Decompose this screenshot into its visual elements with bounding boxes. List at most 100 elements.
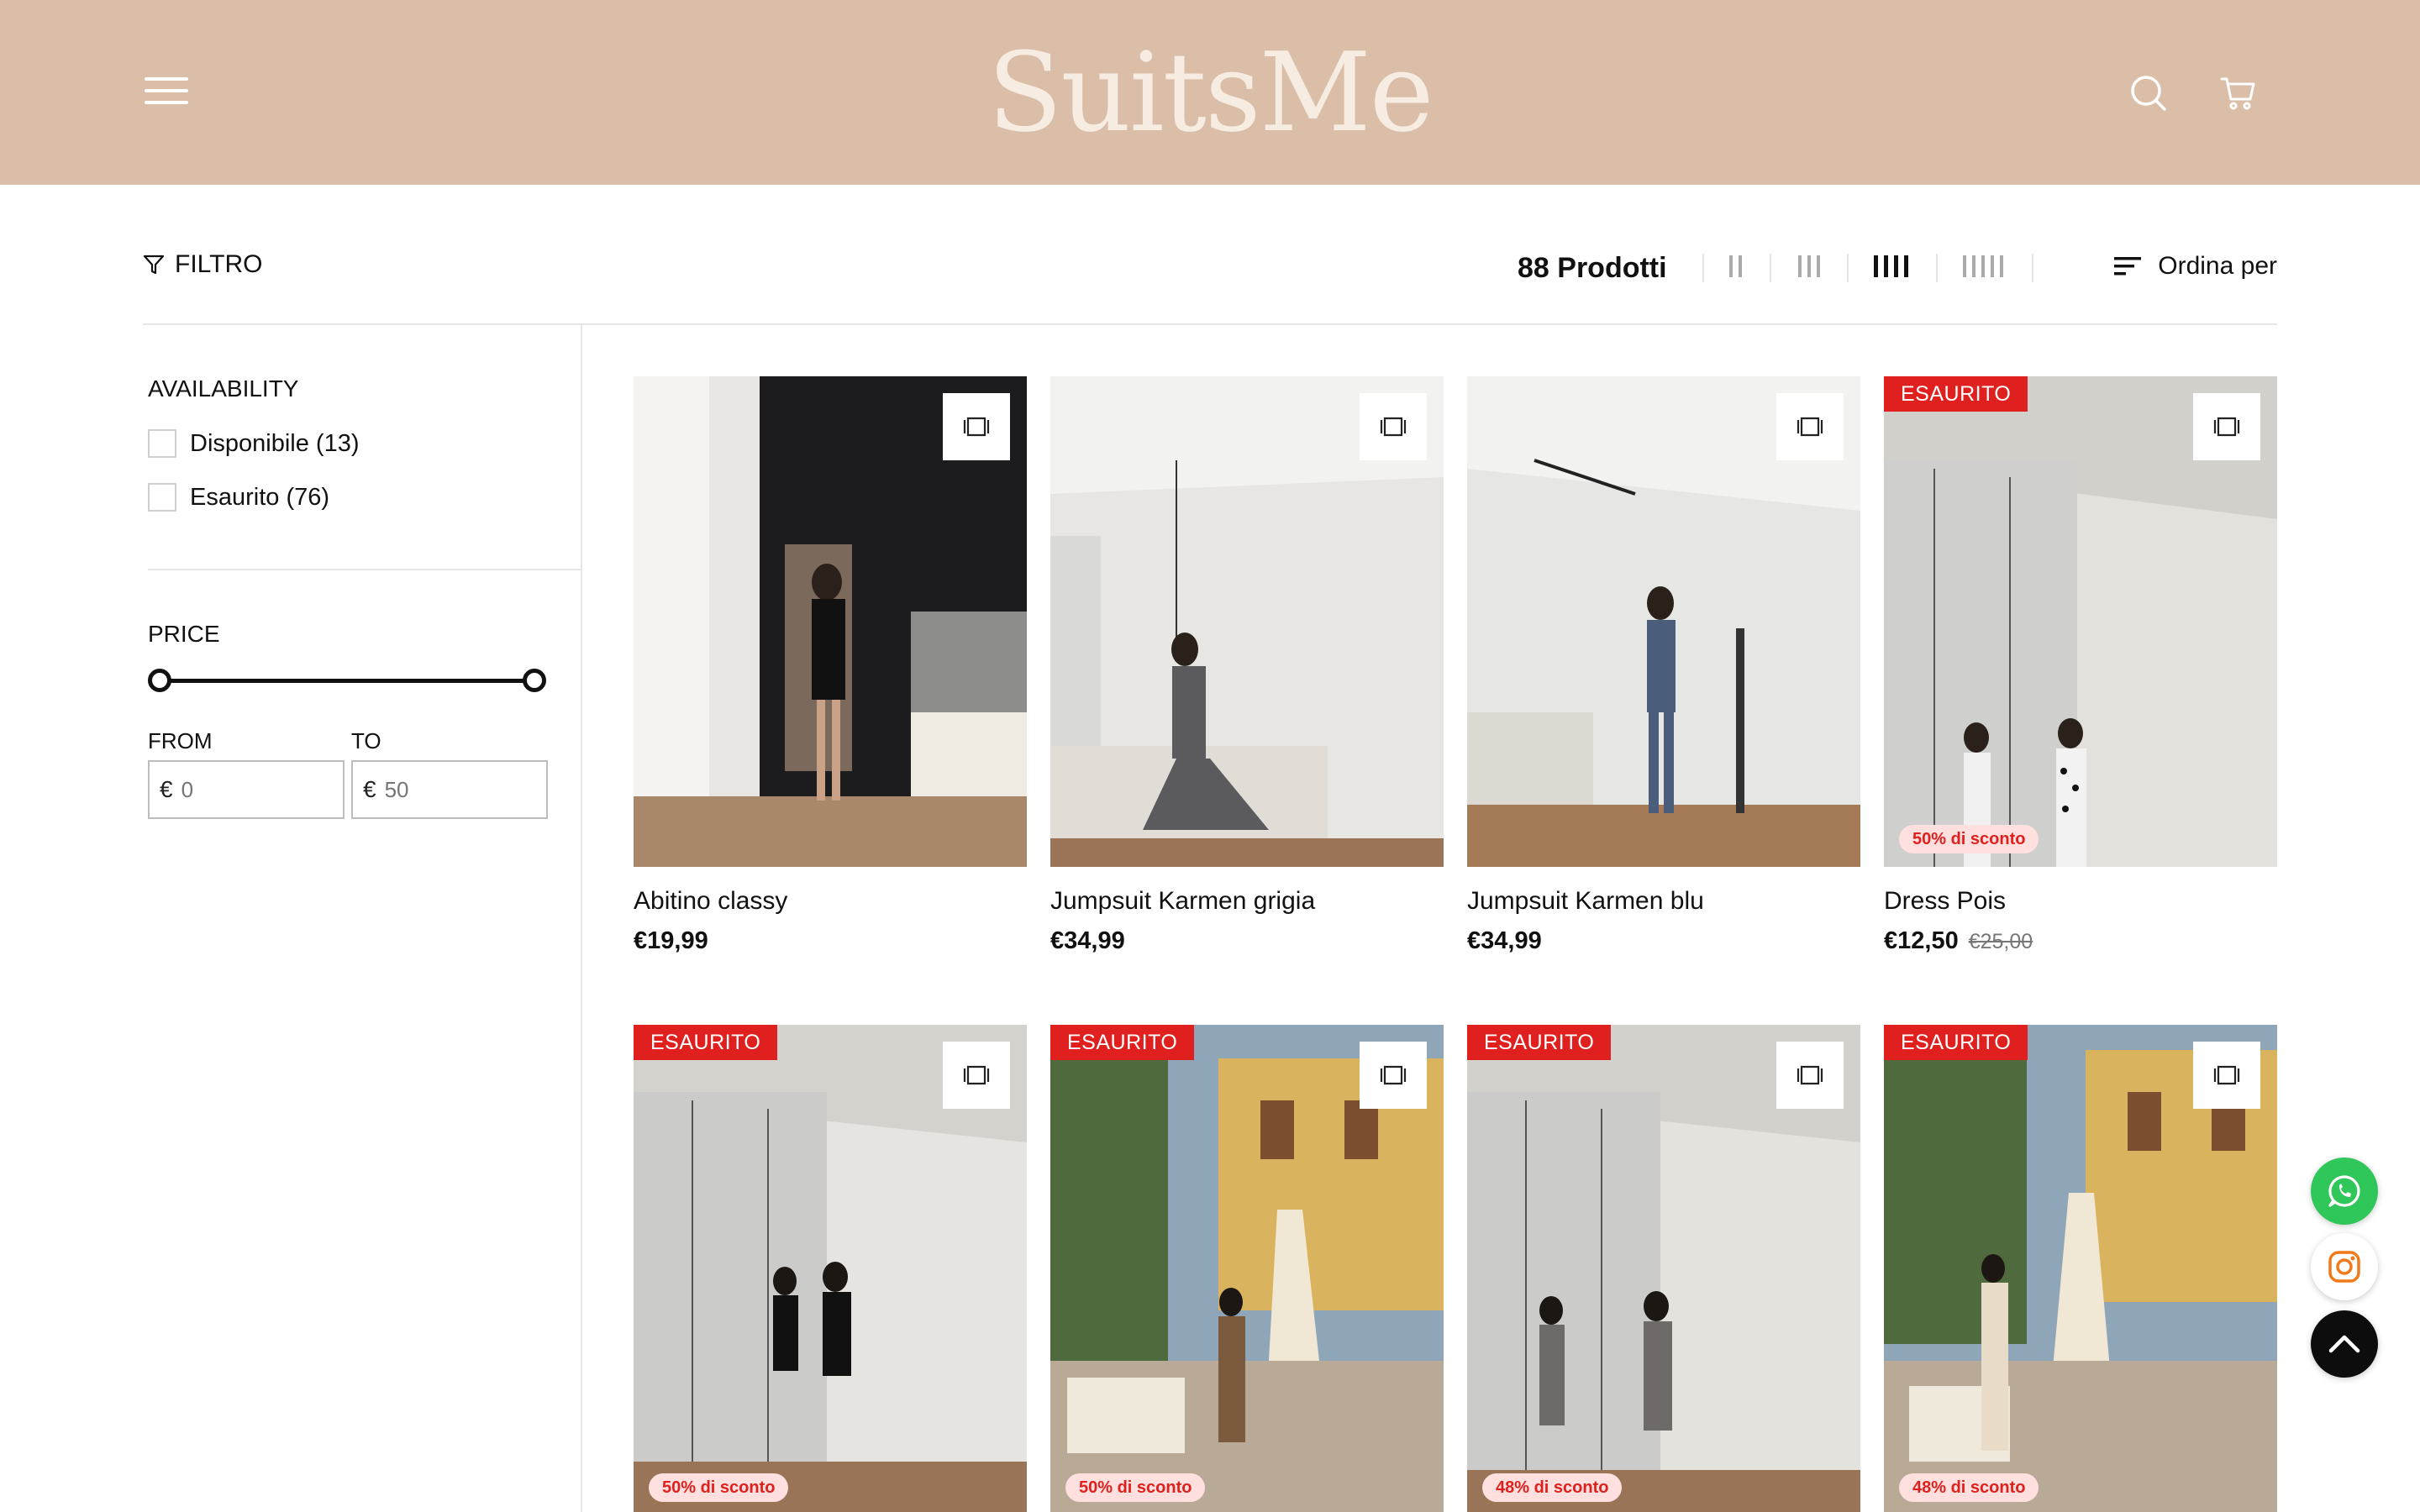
quick-view-icon — [963, 417, 990, 437]
search-icon[interactable] — [2128, 72, 2168, 113]
product-image[interactable] — [1467, 376, 1860, 867]
product-image[interactable]: ESAURITO 50% di sconto — [1050, 1025, 1444, 1512]
sold-out-badge: ESAURITO — [1467, 1025, 1612, 1060]
sold-out-badge: ESAURITO — [1884, 1025, 2028, 1060]
price-title: PRICE — [148, 621, 220, 647]
collection-toolbar: FILTRO 88 Prodotti Ordina per — [143, 237, 2277, 299]
whatsapp-icon — [2328, 1175, 2360, 1207]
grid-5-columns-button[interactable] — [1963, 255, 2003, 279]
availability-title: AVAILABILITY — [148, 375, 299, 402]
site-header: SuitsMe — [0, 0, 2420, 185]
instagram-icon — [2328, 1251, 2360, 1283]
chevron-up-icon — [2328, 1335, 2360, 1353]
price-range-slider[interactable] — [148, 668, 548, 693]
product-image[interactable]: ESAURITO 50% di sconto — [634, 1025, 1027, 1512]
quick-view-button[interactable] — [1776, 1042, 1844, 1109]
product-name[interactable]: Abitino classy — [634, 887, 1027, 916]
quick-view-icon — [1380, 417, 1407, 437]
product-image[interactable]: ESAURITO 48% di sconto — [1467, 1025, 1860, 1512]
current-price: €12,50 — [1884, 927, 1959, 954]
quick-view-button[interactable] — [943, 393, 1010, 460]
product-price: €34,99 — [1467, 927, 1860, 955]
original-price: €25,00 — [1968, 930, 2033, 953]
grid-2-columns-button[interactable] — [1729, 255, 1742, 279]
divider — [1936, 254, 1938, 282]
quick-view-button[interactable] — [1360, 1042, 1427, 1109]
availability-option-available[interactable]: Disponibile (13) — [148, 429, 360, 458]
product-card[interactable]: ESAURITO 50% di sconto — [1050, 1025, 1444, 1512]
filter-button[interactable]: FILTRO — [143, 250, 262, 279]
product-name[interactable]: Jumpsuit Karmen blu — [1467, 887, 1860, 916]
sold-out-badge: ESAURITO — [1884, 376, 2028, 412]
back-to-top-button[interactable] — [2311, 1310, 2378, 1378]
discount-badge: 48% di sconto — [1482, 1473, 1623, 1502]
sidebar-divider — [148, 569, 582, 570]
product-card[interactable]: ESAURITO 48% di sconto — [1467, 1025, 1860, 1512]
price-to-field[interactable]: € — [351, 760, 548, 819]
product-name[interactable]: Dress Pois — [1884, 887, 2277, 916]
option-label: Esaurito (76) — [190, 483, 330, 511]
price-from-label: FROM — [148, 728, 213, 753]
discount-badge: 50% di sconto — [649, 1473, 789, 1502]
product-price: €19,99 — [634, 927, 1027, 955]
quick-view-button[interactable] — [2193, 393, 2260, 460]
filter-sidebar: AVAILABILITY Disponibile (13) Esaurito (… — [148, 325, 582, 1512]
quick-view-button[interactable] — [1776, 393, 1844, 460]
quick-view-icon — [2213, 1065, 2240, 1085]
grid-4-columns-button[interactable] — [1874, 255, 1908, 279]
availability-option-sold-out[interactable]: Esaurito (76) — [148, 483, 329, 512]
product-image[interactable]: ESAURITO 48% di sconto — [1884, 1025, 2277, 1512]
sort-icon — [2114, 257, 2142, 276]
slider-max-handle[interactable] — [523, 669, 546, 692]
price-to-label: TO — [351, 728, 381, 753]
checkbox[interactable] — [148, 483, 176, 512]
quick-view-icon — [963, 1065, 990, 1085]
price-to-input[interactable] — [384, 776, 511, 803]
quick-view-icon — [2213, 417, 2240, 437]
current-price: €19,99 — [634, 927, 708, 954]
product-card[interactable]: Jumpsuit Karmen grigia €34,99 — [1050, 376, 1444, 955]
product-count: 88 Prodotti — [1518, 252, 1667, 284]
site-logo[interactable]: SuitsMe — [0, 34, 2420, 151]
product-card[interactable]: Abitino classy €19,99 — [634, 376, 1027, 955]
sold-out-badge: ESAURITO — [634, 1025, 778, 1060]
currency-symbol: € — [160, 776, 173, 802]
product-card[interactable]: ESAURITO 50% di sconto — [634, 1025, 1027, 1512]
product-card[interactable]: ESAURITO 48% di sconto — [1884, 1025, 2277, 1512]
product-card[interactable]: Jumpsuit Karmen blu €34,99 — [1467, 376, 1860, 955]
quick-view-icon — [1797, 417, 1823, 437]
grid-3-columns-button[interactable] — [1798, 255, 1820, 279]
option-label: Disponibile (13) — [190, 429, 360, 457]
product-image[interactable] — [634, 376, 1027, 867]
product-name[interactable]: Jumpsuit Karmen grigia — [1050, 887, 1444, 916]
product-image[interactable] — [1050, 376, 1444, 867]
slider-min-handle[interactable] — [148, 669, 171, 692]
quick-view-icon — [1797, 1065, 1823, 1085]
current-price: €34,99 — [1050, 927, 1125, 954]
divider — [1847, 254, 1849, 282]
quick-view-button[interactable] — [2193, 1042, 2260, 1109]
product-price: €12,50 €25,00 — [1884, 927, 2277, 955]
sort-label: Ordina per — [2158, 252, 2277, 280]
filter-icon — [143, 255, 165, 275]
price-from-field[interactable]: € — [148, 760, 345, 819]
checkbox[interactable] — [148, 429, 176, 458]
quick-view-button[interactable] — [943, 1042, 1010, 1109]
product-card[interactable]: ESAURITO 50% di sconto Dress Pois €12,50… — [1884, 376, 2277, 955]
cart-icon[interactable] — [2218, 72, 2259, 113]
whatsapp-button[interactable] — [2311, 1158, 2378, 1225]
discount-badge: 48% di sconto — [1899, 1473, 2039, 1502]
sort-button[interactable]: Ordina per — [2114, 252, 2277, 281]
product-price: €34,99 — [1050, 927, 1444, 955]
discount-badge: 50% di sconto — [1065, 1473, 1206, 1502]
quick-view-button[interactable] — [1360, 393, 1427, 460]
price-from-input[interactable] — [181, 776, 308, 803]
divider — [2032, 254, 2033, 282]
product-image[interactable]: ESAURITO 50% di sconto — [1884, 376, 2277, 867]
currency-symbol: € — [363, 776, 376, 802]
filter-label: FILTRO — [175, 250, 263, 278]
instagram-button[interactable] — [2311, 1233, 2378, 1300]
discount-badge: 50% di sconto — [1899, 825, 2039, 853]
sold-out-badge: ESAURITO — [1050, 1025, 1195, 1060]
divider — [1702, 254, 1704, 282]
